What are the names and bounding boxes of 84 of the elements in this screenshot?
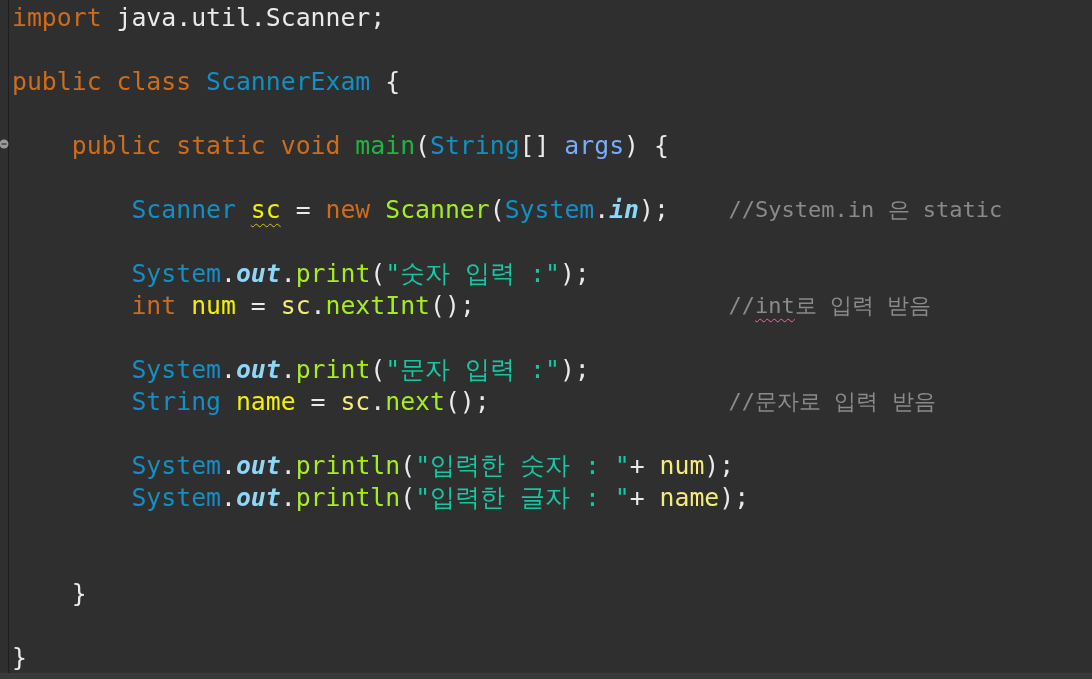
- code-comment: //문자로 입력 받음: [728, 388, 936, 416]
- code-token: System: [131, 354, 221, 386]
- code-token: print: [295, 354, 371, 386]
- code-token: num: [190, 290, 236, 322]
- code-token: (: [370, 258, 386, 290]
- code-token: class: [115, 66, 192, 98]
- code-token: .: [221, 354, 236, 386]
- code-token: .: [310, 290, 326, 322]
- code-token: =: [249, 290, 266, 322]
- fold-marker-icon[interactable]: [0, 139, 9, 149]
- code-token: System: [131, 450, 221, 482]
- code-token: );: [704, 450, 735, 482]
- code-token: System: [131, 482, 221, 514]
- code-token: "입력한 숫자 : ": [415, 450, 630, 482]
- code-token: out: [235, 450, 281, 482]
- code-token: "입력한 글자 : ": [415, 482, 630, 514]
- code-token: }: [71, 578, 87, 610]
- code-token: .: [280, 354, 296, 386]
- code-comment: int: [755, 292, 795, 320]
- code-token: .: [280, 482, 296, 514]
- code-token: Scanner: [384, 194, 490, 226]
- code-token: out: [235, 354, 281, 386]
- code-token: =: [294, 194, 311, 226]
- code-comment: //System.in 은 static: [728, 196, 1003, 224]
- code-token: out: [235, 482, 281, 514]
- code-token: "숫자 입력 :": [385, 258, 560, 290]
- code-token: .: [221, 450, 236, 482]
- code-token: ): [624, 130, 639, 162]
- code-token: .: [221, 482, 236, 514]
- code-token: String: [430, 130, 520, 162]
- code-token: String: [131, 386, 221, 418]
- code-token: System: [131, 258, 221, 290]
- code-token: args: [563, 130, 625, 162]
- code-token: in: [609, 194, 640, 226]
- code-token: []: [519, 130, 550, 162]
- code-token: public: [12, 66, 102, 98]
- code-token: java.util.Scanner;: [115, 2, 386, 34]
- code-token: new: [324, 194, 371, 226]
- code-token: +: [629, 450, 645, 482]
- code-token: );: [559, 354, 590, 386]
- code-token: ScannerExam: [205, 66, 371, 98]
- code-token: {: [652, 130, 669, 162]
- code-token: sc: [249, 194, 281, 226]
- code-comment: //: [728, 292, 756, 320]
- code-token: ();: [444, 386, 490, 418]
- code-token: );: [559, 258, 590, 290]
- code-token: .: [370, 386, 386, 418]
- code-token: +: [629, 482, 645, 514]
- code-token: int: [131, 290, 177, 322]
- code-token: println: [295, 482, 401, 514]
- code-token: num: [658, 450, 705, 482]
- code-token: ();: [430, 290, 475, 322]
- code-token: .: [594, 194, 610, 226]
- code-token: }: [12, 642, 27, 674]
- code-token: );: [719, 482, 750, 514]
- code-token: name: [234, 386, 296, 418]
- code-token: System: [504, 194, 595, 226]
- code-token: void: [279, 130, 341, 162]
- code-token: "문자 입력 :": [385, 354, 560, 386]
- code-token: nextInt: [325, 290, 431, 322]
- code-token: (: [400, 450, 416, 482]
- code-token: next: [385, 386, 445, 418]
- code-token: sc: [339, 386, 371, 418]
- code-token: (: [489, 194, 505, 226]
- code-token: println: [295, 450, 401, 482]
- code-token: name: [658, 482, 720, 514]
- code-token: =: [309, 386, 326, 418]
- code-token: import: [12, 2, 102, 34]
- code-token: .: [280, 258, 296, 290]
- code-token: Scanner: [131, 194, 236, 226]
- code-token: sc: [279, 290, 311, 322]
- code-token: );: [639, 194, 669, 226]
- code-token: main: [354, 130, 416, 162]
- code-comment: 로 입력 받음: [794, 292, 932, 320]
- code-token: print: [295, 258, 371, 290]
- code-token: (: [400, 482, 416, 514]
- code-token: {: [384, 66, 401, 98]
- code-token: .: [221, 258, 236, 290]
- code-token: (: [370, 354, 386, 386]
- code-token: .: [280, 450, 296, 482]
- code-token: static: [175, 130, 266, 162]
- code-token: (: [415, 130, 430, 162]
- code-token: public: [71, 130, 162, 162]
- code-token: out: [235, 258, 281, 290]
